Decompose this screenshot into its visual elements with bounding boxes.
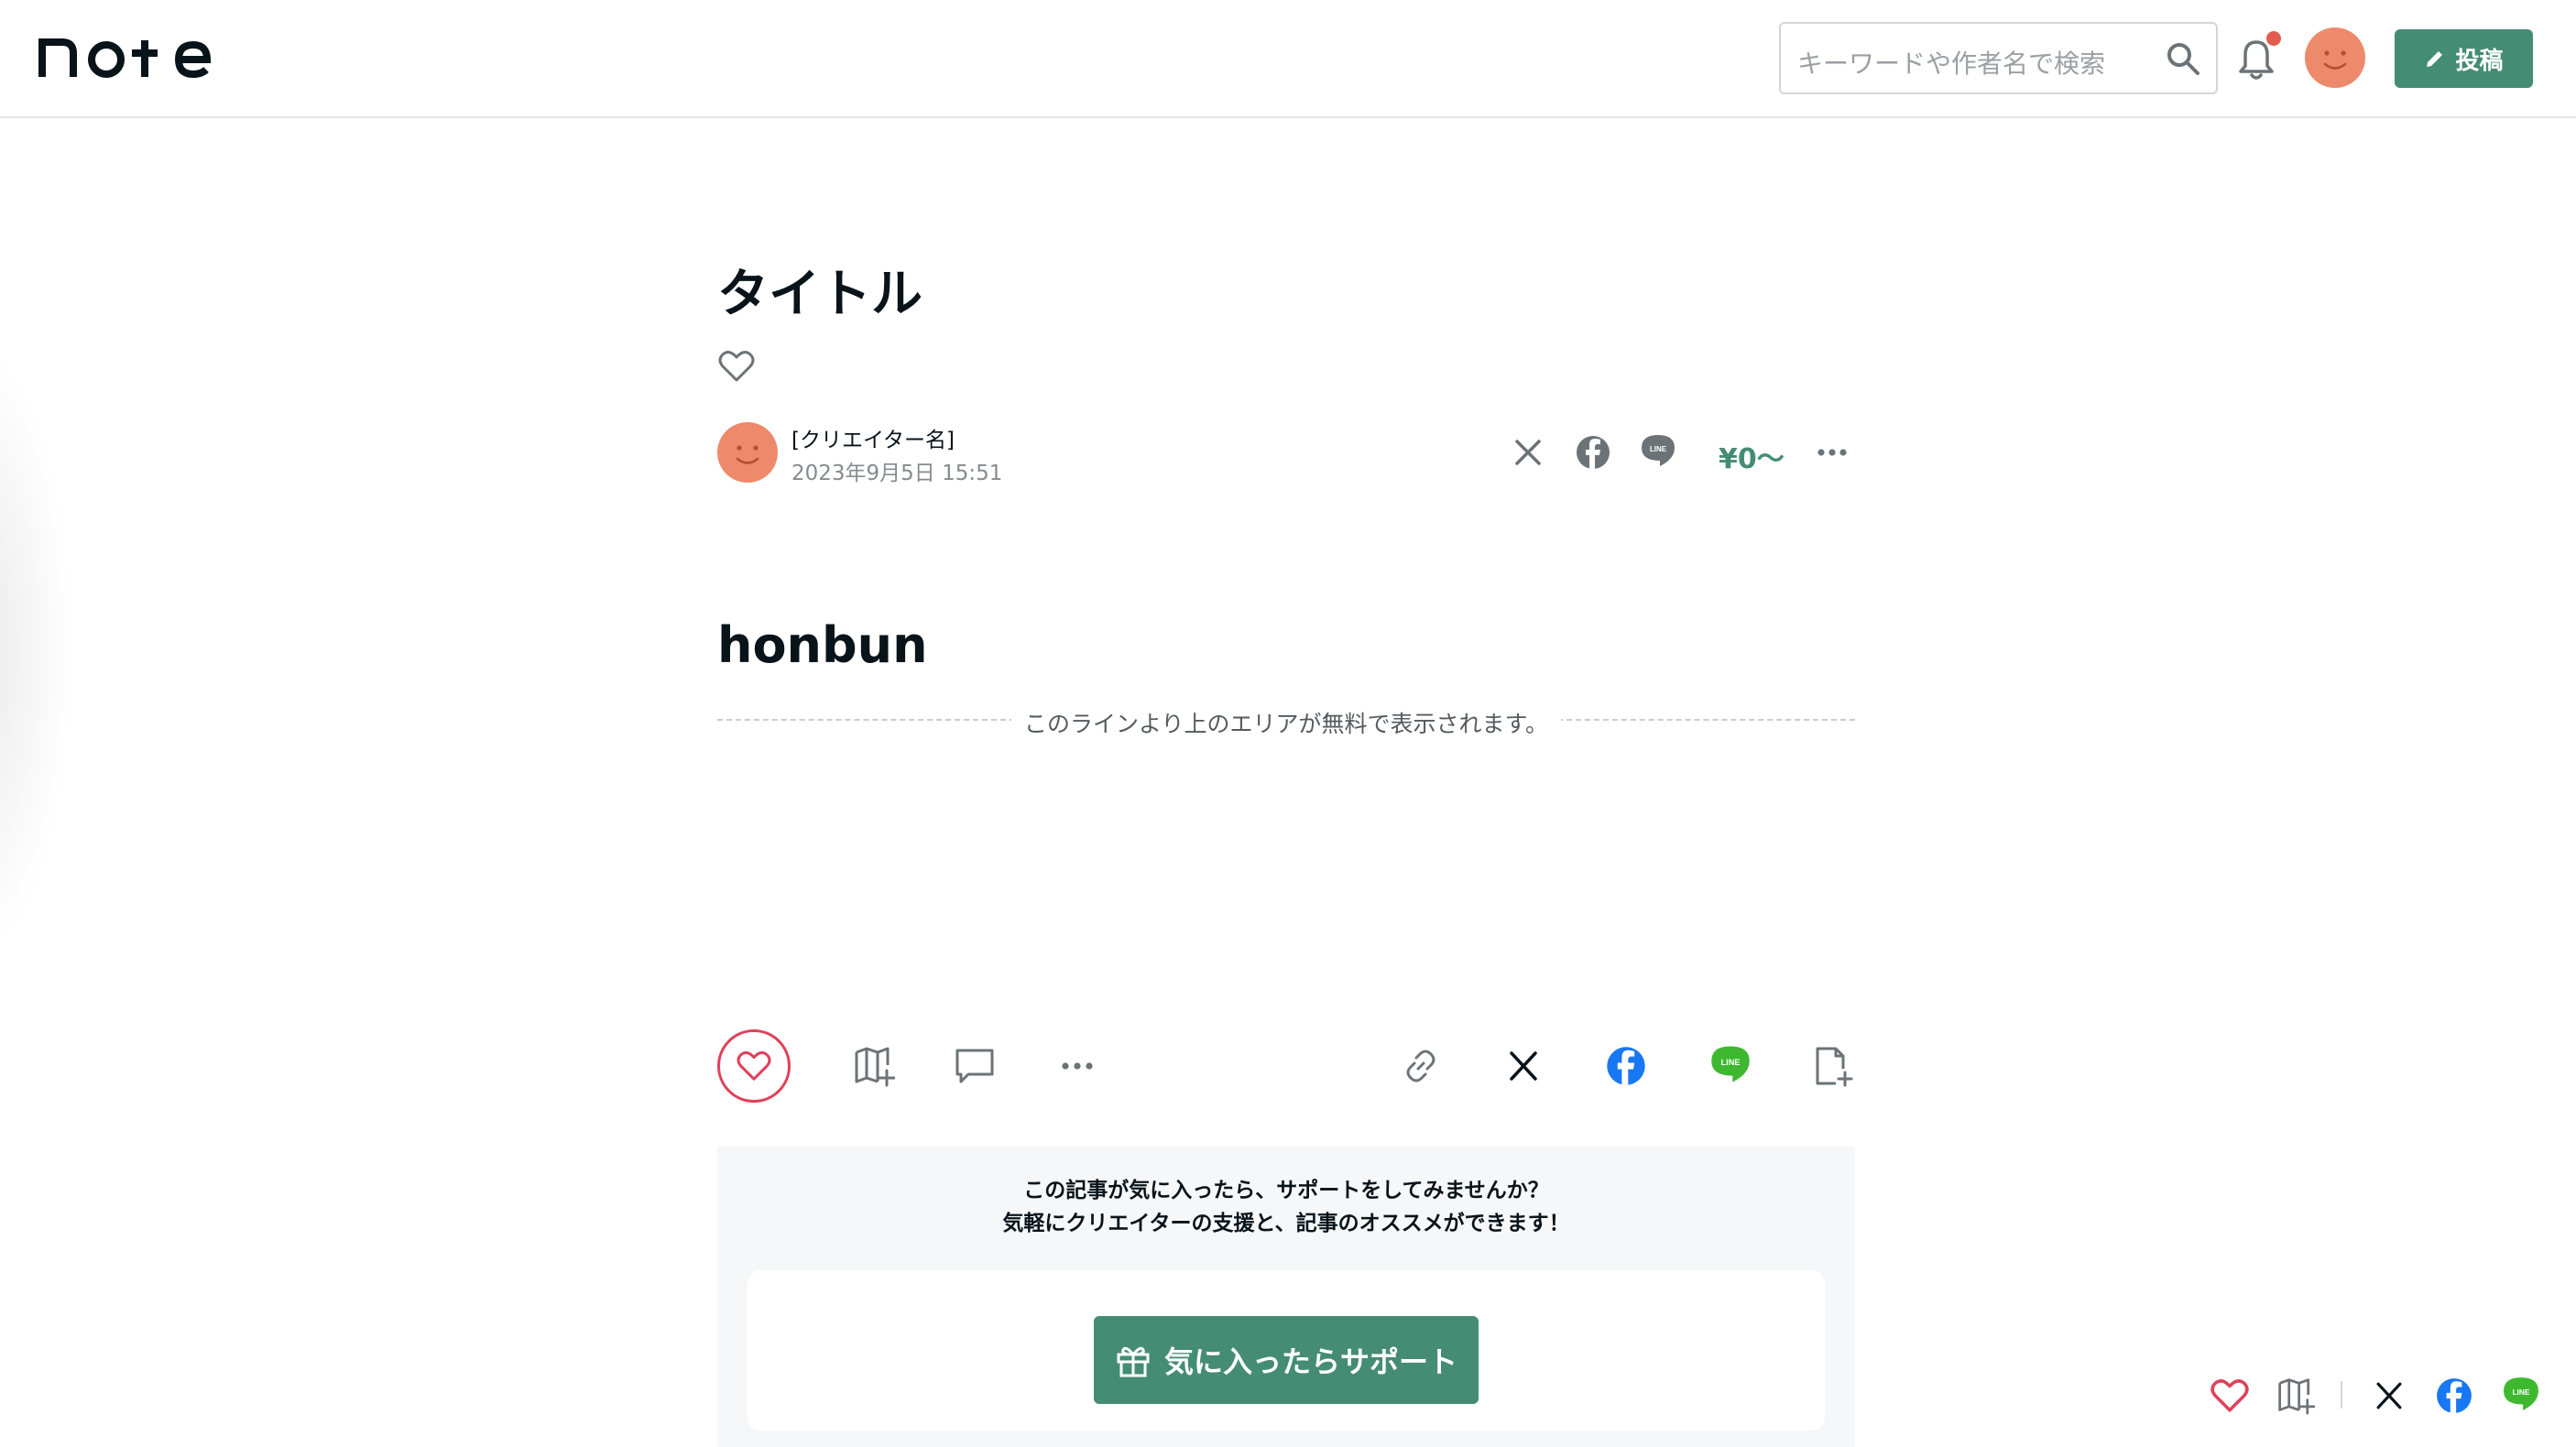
top-header: キーワードや作者名で検索 投稿 xyxy=(0,0,2576,118)
line-icon[interactable]: LINE xyxy=(2502,1375,2540,1413)
article-price[interactable]: ¥0〜 xyxy=(1719,436,1785,476)
svg-text:LINE: LINE xyxy=(2512,1387,2529,1397)
heart-icon xyxy=(737,1050,771,1081)
author-name[interactable]: [クリエイター名] xyxy=(791,422,955,453)
line-icon[interactable]: LINE xyxy=(1640,432,1676,469)
author-avatar[interactable] xyxy=(717,422,778,483)
svg-text:LINE: LINE xyxy=(1650,445,1667,453)
support-section: この記事が気に入ったら、サポートをしてみませんか？ 気軽にクリエイターの支援と、… xyxy=(717,1147,1855,1447)
x-icon[interactable] xyxy=(1502,1045,1545,1087)
support-message-line2: 気軽にクリエイターの支援と、記事のオススメができます！ xyxy=(1002,1212,1570,1235)
support-button-label: 気に入ったらサポート xyxy=(1163,1344,1457,1379)
x-icon[interactable] xyxy=(2370,1376,2408,1415)
more-icon[interactable] xyxy=(1056,1045,1098,1087)
left-edge-shadow xyxy=(0,339,73,962)
search-icon[interactable] xyxy=(2165,40,2201,77)
support-message: この記事が気に入ったら、サポートをしてみませんか？ 気軽にクリエイターの支援と、… xyxy=(717,1174,1855,1240)
svg-text:LINE: LINE xyxy=(1721,1058,1741,1067)
search-input[interactable]: キーワードや作者名で検索 xyxy=(1797,44,2105,81)
notification-badge xyxy=(2266,31,2281,46)
x-icon[interactable] xyxy=(1510,434,1546,471)
facebook-icon[interactable] xyxy=(2435,1376,2473,1415)
facebook-icon[interactable] xyxy=(1605,1045,1647,1087)
comment-icon[interactable] xyxy=(954,1045,996,1087)
line-icon[interactable]: LINE xyxy=(1709,1043,1752,1085)
link-icon[interactable] xyxy=(1400,1045,1442,1087)
publish-date: 2023年9月5日 15:51 xyxy=(791,462,1003,485)
add-to-magazine-icon[interactable] xyxy=(2276,1376,2315,1415)
user-avatar[interactable] xyxy=(2305,27,2365,88)
article-title: タイトル xyxy=(717,265,922,324)
heart-outline-icon[interactable] xyxy=(718,350,755,383)
embed-icon[interactable] xyxy=(1812,1045,1854,1087)
floating-divider xyxy=(2341,1381,2342,1409)
facebook-icon[interactable] xyxy=(1575,434,1611,471)
post-button[interactable]: 投稿 xyxy=(2395,29,2533,88)
note-logo[interactable] xyxy=(38,31,222,82)
post-button-label: 投稿 xyxy=(2455,47,2504,75)
add-to-magazine-icon[interactable] xyxy=(853,1045,895,1087)
paywall-notice: このラインより上のエリアが無料で表示されます。 xyxy=(1010,711,1561,737)
search-field[interactable]: キーワードや作者名で検索 xyxy=(1779,22,2218,94)
support-button[interactable]: 気に入ったらサポート xyxy=(1094,1316,1479,1404)
heart-icon[interactable] xyxy=(2210,1376,2249,1415)
article-body: honbun xyxy=(717,616,928,674)
pencil-icon xyxy=(2427,51,2443,67)
note-logo-mark xyxy=(38,38,212,79)
paywall-divider: このラインより上のエリアが無料で表示されます。 xyxy=(717,706,1855,737)
support-card: 気に入ったらサポート xyxy=(748,1270,1825,1431)
like-button[interactable] xyxy=(717,1029,791,1103)
gift-icon xyxy=(1117,1346,1150,1377)
more-icon[interactable] xyxy=(1814,434,1850,471)
support-message-line1: この記事が気に入ったら、サポートをしてみませんか？ xyxy=(1023,1179,1549,1202)
